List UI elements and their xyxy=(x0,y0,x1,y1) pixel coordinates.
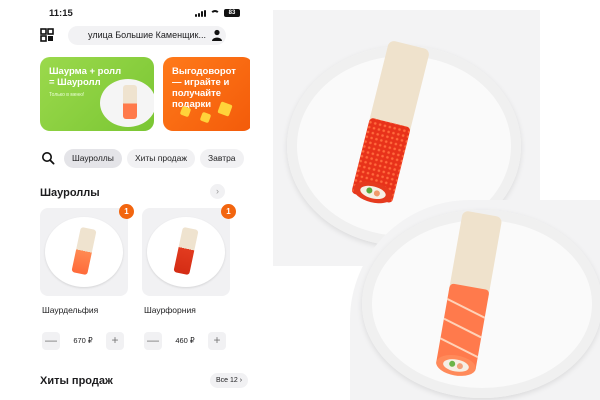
top-bar: улица Большие Каменщик... xyxy=(28,25,250,47)
decrease-button[interactable]: — xyxy=(144,332,162,350)
promo-card-shauroll[interactable]: Шаурма + ролл = Шауролл Только в меню! xyxy=(40,57,154,131)
chip-hits[interactable]: Хиты продаж xyxy=(127,149,196,168)
promo-carousel[interactable]: Шаурма + ролл = Шауролл Только в меню! В… xyxy=(40,57,250,131)
tobiko-roll-image xyxy=(352,41,429,204)
product-card-shaurdelfiya[interactable]: 1 Шаурдельфия — 670 ₽ + xyxy=(40,204,134,358)
wifi-icon xyxy=(210,9,220,17)
quantity-stepper: — 670 ₽ + xyxy=(42,332,124,350)
coin-icon xyxy=(199,111,212,124)
status-bar: 11:15 83 xyxy=(28,0,250,26)
product-image[interactable] xyxy=(40,208,128,296)
cart-count-badge: 1 xyxy=(119,204,134,219)
mobile-app-screen: 11:15 83 улица Большие Каменщик... Шаурм… xyxy=(28,0,250,400)
status-time: 11:15 xyxy=(49,8,73,19)
user-icon[interactable] xyxy=(211,29,223,41)
see-all-label: Все 12 xyxy=(216,377,238,384)
decrease-button[interactable]: — xyxy=(42,332,60,350)
increase-button[interactable]: + xyxy=(106,332,124,350)
address-selector[interactable]: улица Большие Каменщик... xyxy=(68,26,226,45)
see-all-button[interactable]: Все 12 › xyxy=(210,373,249,388)
product-image[interactable] xyxy=(142,208,230,296)
increase-button[interactable]: + xyxy=(208,332,226,350)
product-name: Шаурфорния xyxy=(144,305,196,315)
coin-icon xyxy=(179,105,192,118)
category-chips: Шауроллы Хиты продаж Завтра xyxy=(28,149,250,169)
quantity-stepper: — 460 ₽ + xyxy=(144,332,226,350)
promo-roll-image xyxy=(123,85,137,119)
section-title-shaurolls: Шауроллы xyxy=(40,187,100,199)
product-name: Шаурдельфия xyxy=(42,305,99,315)
screenshot-canvas: 11:15 83 улица Большие Каменщик... Шаурм… xyxy=(0,0,600,400)
promo-subtitle: Только в меню! xyxy=(49,92,85,98)
gift-icon xyxy=(217,101,233,117)
product-price: 670 ₽ xyxy=(73,336,93,345)
chip-breakfast[interactable]: Завтра xyxy=(200,149,244,168)
salmon-roll-image xyxy=(436,211,502,376)
product-card-shaurforniya[interactable]: 1 Шаурфорния — 460 ₽ + xyxy=(142,204,236,358)
product-price: 460 ₽ xyxy=(175,336,195,345)
section-title-hits: Хиты продаж xyxy=(40,375,113,387)
chevron-right-icon[interactable]: › xyxy=(210,184,225,199)
cart-count-badge: 1 xyxy=(221,204,236,219)
promo-card-vygodovorot[interactable]: Выгодоворот — играйте и получайте подарк… xyxy=(163,57,250,131)
promo-title: Выгодоворот — играйте и получайте подарк… xyxy=(172,66,236,110)
chip-shaurolls[interactable]: Шауроллы xyxy=(64,149,122,168)
battery-icon: 83 xyxy=(224,9,240,17)
status-icons: 83 xyxy=(195,9,240,17)
chevron-right-icon: › xyxy=(239,377,243,384)
logo-icon[interactable] xyxy=(40,28,54,42)
signal-icon xyxy=(195,9,206,17)
search-icon[interactable] xyxy=(41,151,55,165)
